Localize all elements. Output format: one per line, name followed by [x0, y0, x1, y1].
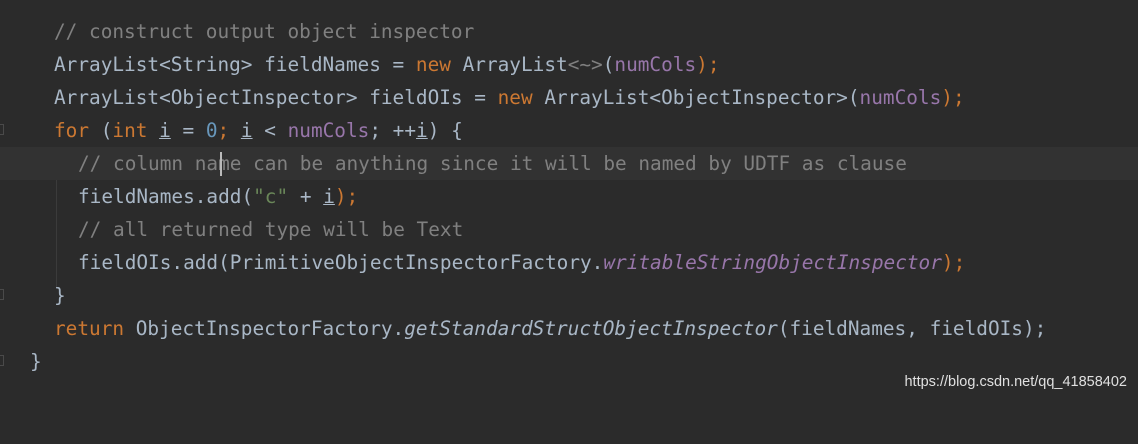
string-literal: "c" [253, 185, 289, 208]
code-line-10[interactable]: return ObjectInspectorFactory.getStandar… [0, 312, 1138, 345]
comment: // all returned type will be Text [78, 218, 464, 241]
watermark: https://blog.csdn.net/qq_41858402 [904, 374, 1127, 390]
static-method: getStandardStructObjectInspector [404, 317, 778, 340]
code-line-5[interactable]: // column name can be anything since it … [0, 147, 1138, 180]
code-line-3[interactable]: ArrayList<ObjectInspector> fieldOIs = ne… [0, 81, 1138, 114]
code-line-7[interactable]: // all returned type will be Text [0, 213, 1138, 246]
comment: // construct output object inspector [54, 20, 475, 43]
code-text: ArrayList [450, 53, 568, 76]
code-text: ObjectInspectorFactory. [124, 317, 405, 340]
code-editor[interactable]: // construct output object inspector Arr… [0, 0, 1138, 402]
code-text: ArrayList<ObjectInspector>( [532, 86, 860, 109]
code-text: ; [217, 119, 241, 142]
code-text: ); [941, 251, 966, 274]
code-text: ArrayList<String> fieldNames = [54, 53, 416, 76]
code-line-9[interactable]: } [0, 279, 1138, 312]
variable-i: i [240, 119, 253, 142]
keyword-for: for [54, 119, 90, 142]
code-text: fieldNames.add( [78, 185, 254, 208]
field-numcols: numCols [859, 86, 942, 109]
code-text: ); [696, 53, 720, 76]
text-caret [220, 152, 222, 176]
closing-brace: } [30, 350, 42, 373]
code-text: ); [941, 86, 965, 109]
number-literal: 0 [205, 119, 218, 142]
keyword-return: return [54, 317, 125, 340]
code-text: ( [89, 119, 113, 142]
keyword-new: new [415, 53, 451, 76]
code-line-6[interactable]: fieldNames.add("c" + i); [0, 180, 1138, 213]
field-numcols: numCols [614, 53, 697, 76]
code-text: < [252, 119, 288, 142]
code-text: ); [334, 185, 359, 208]
code-text: (fieldNames, fieldOIs); [777, 317, 1047, 340]
code-text: ) { [427, 119, 463, 142]
code-text: ( [602, 53, 615, 76]
code-line-8[interactable]: fieldOIs.add(PrimitiveObjectInspectorFac… [0, 246, 1138, 279]
code-line-4[interactable]: for (int i = 0; i < numCols; ++i) { [0, 114, 1138, 147]
code-line-1[interactable]: // construct output object inspector [0, 15, 1138, 48]
code-text: + [288, 185, 324, 208]
code-text: ArrayList<ObjectInspector> fieldOIs = [54, 86, 498, 109]
code-text: ; ++ [369, 119, 417, 142]
variable-i: i [323, 185, 335, 208]
variable-i: i [416, 119, 428, 142]
code-text: fieldOIs.add(PrimitiveObjectInspectorFac… [78, 251, 604, 274]
closing-brace: } [54, 284, 66, 307]
comment: // column name can be anything since it … [78, 152, 907, 175]
code-line-2[interactable]: ArrayList<String> fieldNames = new Array… [0, 48, 1138, 81]
keyword-new: new [497, 86, 533, 109]
keyword-int: int [112, 119, 148, 142]
code-text: = [170, 119, 206, 142]
variable-i: i [159, 119, 171, 142]
diamond-hint: <~> [567, 53, 603, 76]
field-numcols: numCols [287, 119, 370, 142]
static-field: writableStringObjectInspector [603, 251, 942, 274]
